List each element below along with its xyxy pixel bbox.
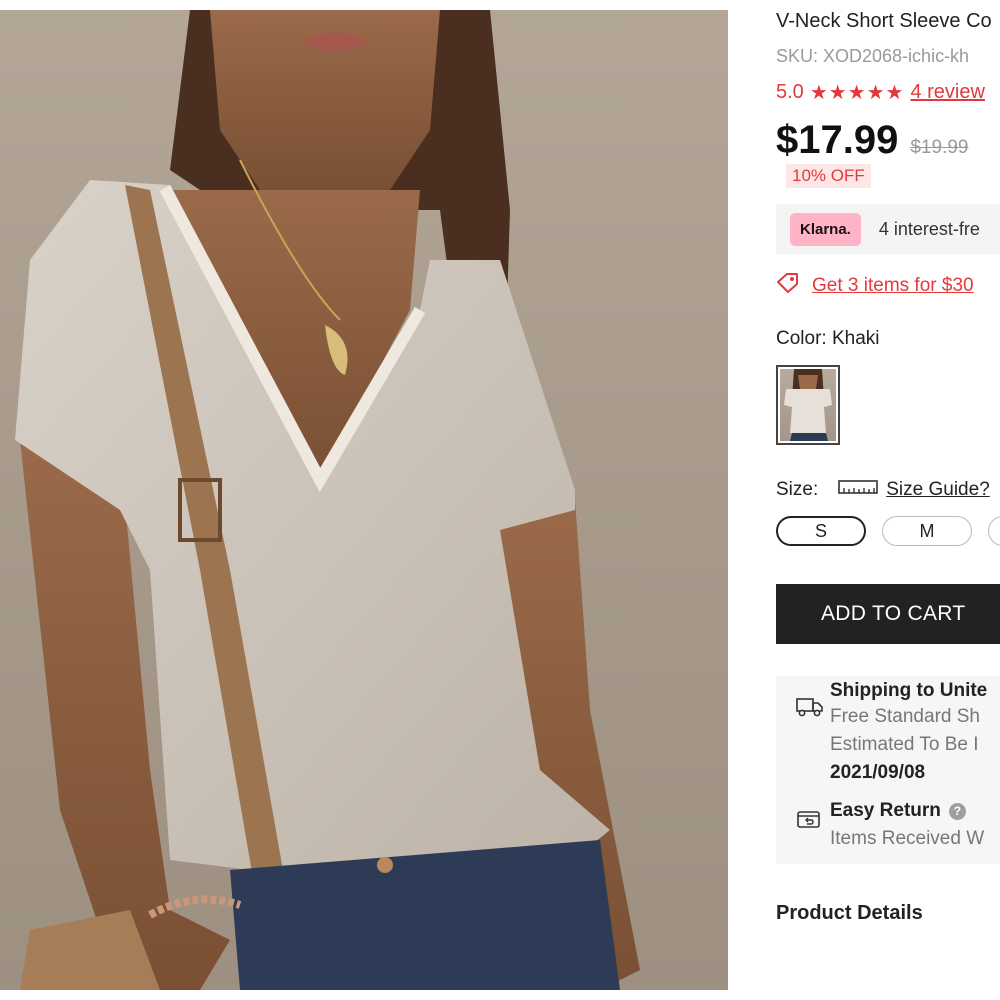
product-details-panel: V-Neck Short Sleeve Co SKU: XOD2068-ichi… [776,0,1000,1000]
product-details-heading[interactable]: Product Details [776,902,923,925]
ruler-icon [838,478,879,502]
shipping-estimate-label: Estimated To Be I [830,734,979,755]
easy-return-label: Easy Return [830,800,941,821]
shipping-estimate-date: 2021/09/08 [830,762,926,783]
color-swatch-khaki[interactable] [776,365,840,445]
tag-icon [776,272,800,300]
truck-icon [796,696,824,723]
size-option-next[interactable] [988,516,1000,546]
original-price: $19.99 [910,137,969,158]
swatch-thumbnail [780,369,836,441]
shipping-method: Free Standard Sh [830,706,980,727]
color-value: Khaki [831,328,880,349]
product-photo [15,10,640,990]
promo-row[interactable]: Get 3 items for $30 [776,272,974,300]
size-option-m[interactable]: M [882,516,972,546]
shipping-title[interactable]: Shipping to Unite [830,680,987,702]
size-guide-link[interactable]: Size Guide? [886,479,990,501]
product-title: V-Neck Short Sleeve Co [776,10,992,32]
add-to-cart-button[interactable]: ADD TO CART [776,584,1000,644]
rating-row: 5.0 ★★★★★ 4 review [776,80,985,105]
discount-badge: 10% OFF [786,164,871,188]
promo-link[interactable]: Get 3 items for $30 [812,275,974,297]
color-label: Color: Khaki [776,328,880,350]
color-label-text: Color: [776,328,827,349]
current-price: $17.99 [776,118,899,162]
product-image[interactable] [0,10,728,990]
size-row: Size: Size Guide? [776,478,990,502]
easy-return-title: Easy Return ? [830,800,966,822]
klarna-logo: Klarna. [790,212,861,246]
price-row: $17.99 $19.99 [776,118,968,163]
reviews-link[interactable]: 4 review [910,81,984,104]
shipping-info-box: Shipping to Unite Free Standard Sh Estim… [776,676,1000,864]
klarna-text: 4 interest-fre [878,218,980,239]
product-sku: SKU: XOD2068-ichic-kh [776,46,970,66]
help-icon[interactable]: ? [948,802,966,820]
return-icon [796,808,822,835]
star-rating-icon: ★★★★★ [809,82,905,104]
size-label: Size: [776,479,819,500]
size-options: S M [776,516,1000,546]
klarna-banner[interactable]: Klarna. 4 interest-fre [776,204,1000,254]
rating-value: 5.0 [776,81,804,103]
size-option-s[interactable]: S [776,516,866,546]
easy-return-text: Items Received W [830,828,985,849]
